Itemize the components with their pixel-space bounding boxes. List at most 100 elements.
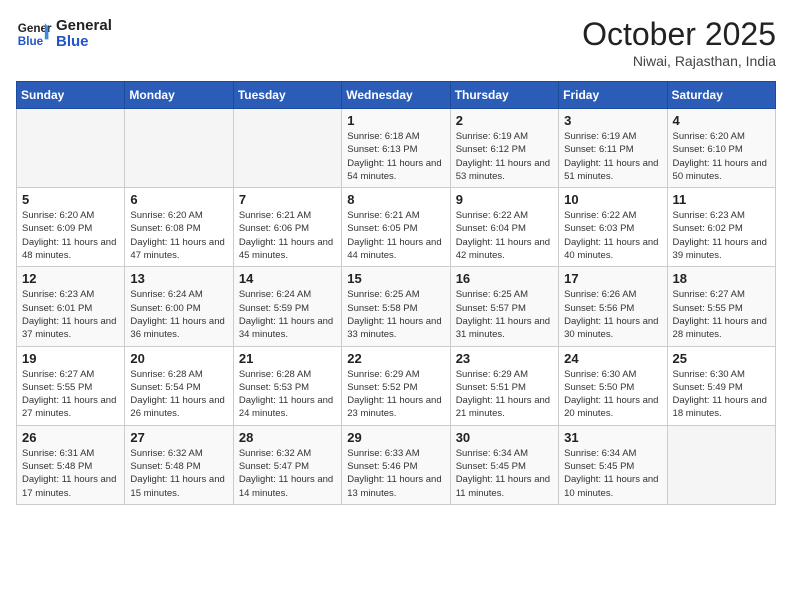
calendar-cell: [125, 109, 233, 188]
calendar-cell: 30Sunrise: 6:34 AM Sunset: 5:45 PM Dayli…: [450, 425, 558, 504]
day-number: 23: [456, 351, 553, 366]
day-number: 5: [22, 192, 119, 207]
day-info: Sunrise: 6:34 AM Sunset: 5:45 PM Dayligh…: [564, 447, 661, 500]
calendar-cell: [17, 109, 125, 188]
month-title: October 2025: [582, 16, 776, 53]
week-row-4: 19 Sunrise: 6:27 AM Sunset: 5:55 PM Dayli…: [17, 346, 776, 425]
day-info: Sunrise: 6:22 AM Sunset: 6:03 PM Dayligh…: [564, 209, 661, 262]
day-info: Sunrise: 6:19 AM Sunset: 6:12 PM Dayligh…: [456, 130, 553, 183]
header-wednesday: Wednesday: [342, 82, 450, 109]
week-row-5: 26 Sunrise: 6:31 AM Sunset: 5:48 PM Dayli…: [17, 425, 776, 504]
day-number: 3: [564, 113, 661, 128]
calendar-cell: 21 Sunrise: 6:28 AM Sunset: 5:53 PM Dayli…: [233, 346, 341, 425]
calendar-cell: 12 Sunrise: 6:23 AM Sunset: 6:01 PM Dayli…: [17, 267, 125, 346]
calendar-cell: 19 Sunrise: 6:27 AM Sunset: 5:55 PM Dayli…: [17, 346, 125, 425]
header-thursday: Thursday: [450, 82, 558, 109]
day-info: Sunrise: 6:29 AM Sunset: 5:51 PM Dayligh…: [456, 368, 553, 421]
day-info: Sunrise: 6:20 AM Sunset: 6:09 PM Dayligh…: [22, 209, 119, 262]
day-number: 15: [347, 271, 444, 286]
calendar-cell: 6Sunrise: 6:20 AM Sunset: 6:08 PM Daylig…: [125, 188, 233, 267]
week-row-3: 12 Sunrise: 6:23 AM Sunset: 6:01 PM Dayli…: [17, 267, 776, 346]
day-info: Sunrise: 6:27 AM Sunset: 5:55 PM Dayligh…: [673, 288, 770, 341]
calendar-cell: 5 Sunrise: 6:20 AM Sunset: 6:09 PM Daylig…: [17, 188, 125, 267]
day-number: 12: [22, 271, 119, 286]
calendar-cell: 29 Sunrise: 6:33 AM Sunset: 5:46 PM Dayli…: [342, 425, 450, 504]
header-sunday: Sunday: [17, 82, 125, 109]
day-number: 31: [564, 430, 661, 445]
logo: General Blue General Blue: [16, 16, 112, 52]
header-tuesday: Tuesday: [233, 82, 341, 109]
day-number: 20: [130, 351, 227, 366]
day-number: 19: [22, 351, 119, 366]
day-info: Sunrise: 6:32 AM Sunset: 5:47 PM Dayligh…: [239, 447, 336, 500]
day-number: 29: [347, 430, 444, 445]
day-info: Sunrise: 6:32 AM Sunset: 5:48 PM Dayligh…: [130, 447, 227, 500]
day-number: 26: [22, 430, 119, 445]
day-info: Sunrise: 6:33 AM Sunset: 5:46 PM Dayligh…: [347, 447, 444, 500]
calendar-cell: 16 Sunrise: 6:25 AM Sunset: 5:57 PM Dayli…: [450, 267, 558, 346]
day-info: Sunrise: 6:22 AM Sunset: 6:04 PM Dayligh…: [456, 209, 553, 262]
day-number: 17: [564, 271, 661, 286]
calendar-cell: 13 Sunrise: 6:24 AM Sunset: 6:00 PM Dayli…: [125, 267, 233, 346]
week-row-1: 1Sunrise: 6:18 AM Sunset: 6:13 PM Daylig…: [17, 109, 776, 188]
calendar-cell: 3 Sunrise: 6:19 AM Sunset: 6:11 PM Daylig…: [559, 109, 667, 188]
day-info: Sunrise: 6:23 AM Sunset: 6:01 PM Dayligh…: [22, 288, 119, 341]
calendar-cell: 8 Sunrise: 6:21 AM Sunset: 6:05 PM Daylig…: [342, 188, 450, 267]
day-number: 27: [130, 430, 227, 445]
day-number: 24: [564, 351, 661, 366]
calendar-cell: 10 Sunrise: 6:22 AM Sunset: 6:03 PM Dayli…: [559, 188, 667, 267]
day-info: Sunrise: 6:21 AM Sunset: 6:06 PM Dayligh…: [239, 209, 336, 262]
day-number: 28: [239, 430, 336, 445]
day-number: 6: [130, 192, 227, 207]
day-info: Sunrise: 6:30 AM Sunset: 5:50 PM Dayligh…: [564, 368, 661, 421]
day-info: Sunrise: 6:34 AM Sunset: 5:45 PM Dayligh…: [456, 447, 553, 500]
calendar-cell: 26 Sunrise: 6:31 AM Sunset: 5:48 PM Dayli…: [17, 425, 125, 504]
day-number: 25: [673, 351, 770, 366]
calendar-cell: 27 Sunrise: 6:32 AM Sunset: 5:48 PM Dayli…: [125, 425, 233, 504]
logo-blue: Blue: [56, 34, 112, 51]
day-info: Sunrise: 6:26 AM Sunset: 5:56 PM Dayligh…: [564, 288, 661, 341]
calendar-cell: 17 Sunrise: 6:26 AM Sunset: 5:56 PM Dayli…: [559, 267, 667, 346]
header-friday: Friday: [559, 82, 667, 109]
day-number: 14: [239, 271, 336, 286]
header-saturday: Saturday: [667, 82, 775, 109]
calendar-cell: 23 Sunrise: 6:29 AM Sunset: 5:51 PM Dayli…: [450, 346, 558, 425]
day-number: 8: [347, 192, 444, 207]
svg-text:Blue: Blue: [18, 35, 44, 48]
calendar-cell: 9 Sunrise: 6:22 AM Sunset: 6:04 PM Daylig…: [450, 188, 558, 267]
calendar-table: SundayMondayTuesdayWednesdayThursdayFrid…: [16, 81, 776, 505]
day-info: Sunrise: 6:20 AM Sunset: 6:10 PM Dayligh…: [673, 130, 770, 183]
day-number: 10: [564, 192, 661, 207]
day-number: 22: [347, 351, 444, 366]
day-number: 18: [673, 271, 770, 286]
title-block: October 2025 Niwai, Rajasthan, India: [582, 16, 776, 69]
day-info: Sunrise: 6:24 AM Sunset: 6:00 PM Dayligh…: [130, 288, 227, 341]
day-info: Sunrise: 6:31 AM Sunset: 5:48 PM Dayligh…: [22, 447, 119, 500]
day-number: 9: [456, 192, 553, 207]
calendar-cell: 7Sunrise: 6:21 AM Sunset: 6:06 PM Daylig…: [233, 188, 341, 267]
day-info: Sunrise: 6:28 AM Sunset: 5:53 PM Dayligh…: [239, 368, 336, 421]
calendar-cell: 20Sunrise: 6:28 AM Sunset: 5:54 PM Dayli…: [125, 346, 233, 425]
day-number: 16: [456, 271, 553, 286]
logo-icon: General Blue: [16, 16, 52, 52]
day-info: Sunrise: 6:19 AM Sunset: 6:11 PM Dayligh…: [564, 130, 661, 183]
calendar-cell: 14 Sunrise: 6:24 AM Sunset: 5:59 PM Dayli…: [233, 267, 341, 346]
location: Niwai, Rajasthan, India: [582, 53, 776, 69]
day-number: 2: [456, 113, 553, 128]
day-info: Sunrise: 6:21 AM Sunset: 6:05 PM Dayligh…: [347, 209, 444, 262]
day-number: 13: [130, 271, 227, 286]
page-header: General Blue General Blue October 2025 N…: [16, 16, 776, 69]
day-info: Sunrise: 6:27 AM Sunset: 5:55 PM Dayligh…: [22, 368, 119, 421]
day-info: Sunrise: 6:24 AM Sunset: 5:59 PM Dayligh…: [239, 288, 336, 341]
calendar-cell: 24 Sunrise: 6:30 AM Sunset: 5:50 PM Dayli…: [559, 346, 667, 425]
header-monday: Monday: [125, 82, 233, 109]
calendar-cell: 28 Sunrise: 6:32 AM Sunset: 5:47 PM Dayli…: [233, 425, 341, 504]
day-info: Sunrise: 6:25 AM Sunset: 5:57 PM Dayligh…: [456, 288, 553, 341]
calendar-cell: 22 Sunrise: 6:29 AM Sunset: 5:52 PM Dayli…: [342, 346, 450, 425]
calendar-cell: 31 Sunrise: 6:34 AM Sunset: 5:45 PM Dayli…: [559, 425, 667, 504]
day-number: 21: [239, 351, 336, 366]
calendar-header-row: SundayMondayTuesdayWednesdayThursdayFrid…: [17, 82, 776, 109]
day-info: Sunrise: 6:29 AM Sunset: 5:52 PM Dayligh…: [347, 368, 444, 421]
week-row-2: 5 Sunrise: 6:20 AM Sunset: 6:09 PM Daylig…: [17, 188, 776, 267]
calendar-cell: 15Sunrise: 6:25 AM Sunset: 5:58 PM Dayli…: [342, 267, 450, 346]
